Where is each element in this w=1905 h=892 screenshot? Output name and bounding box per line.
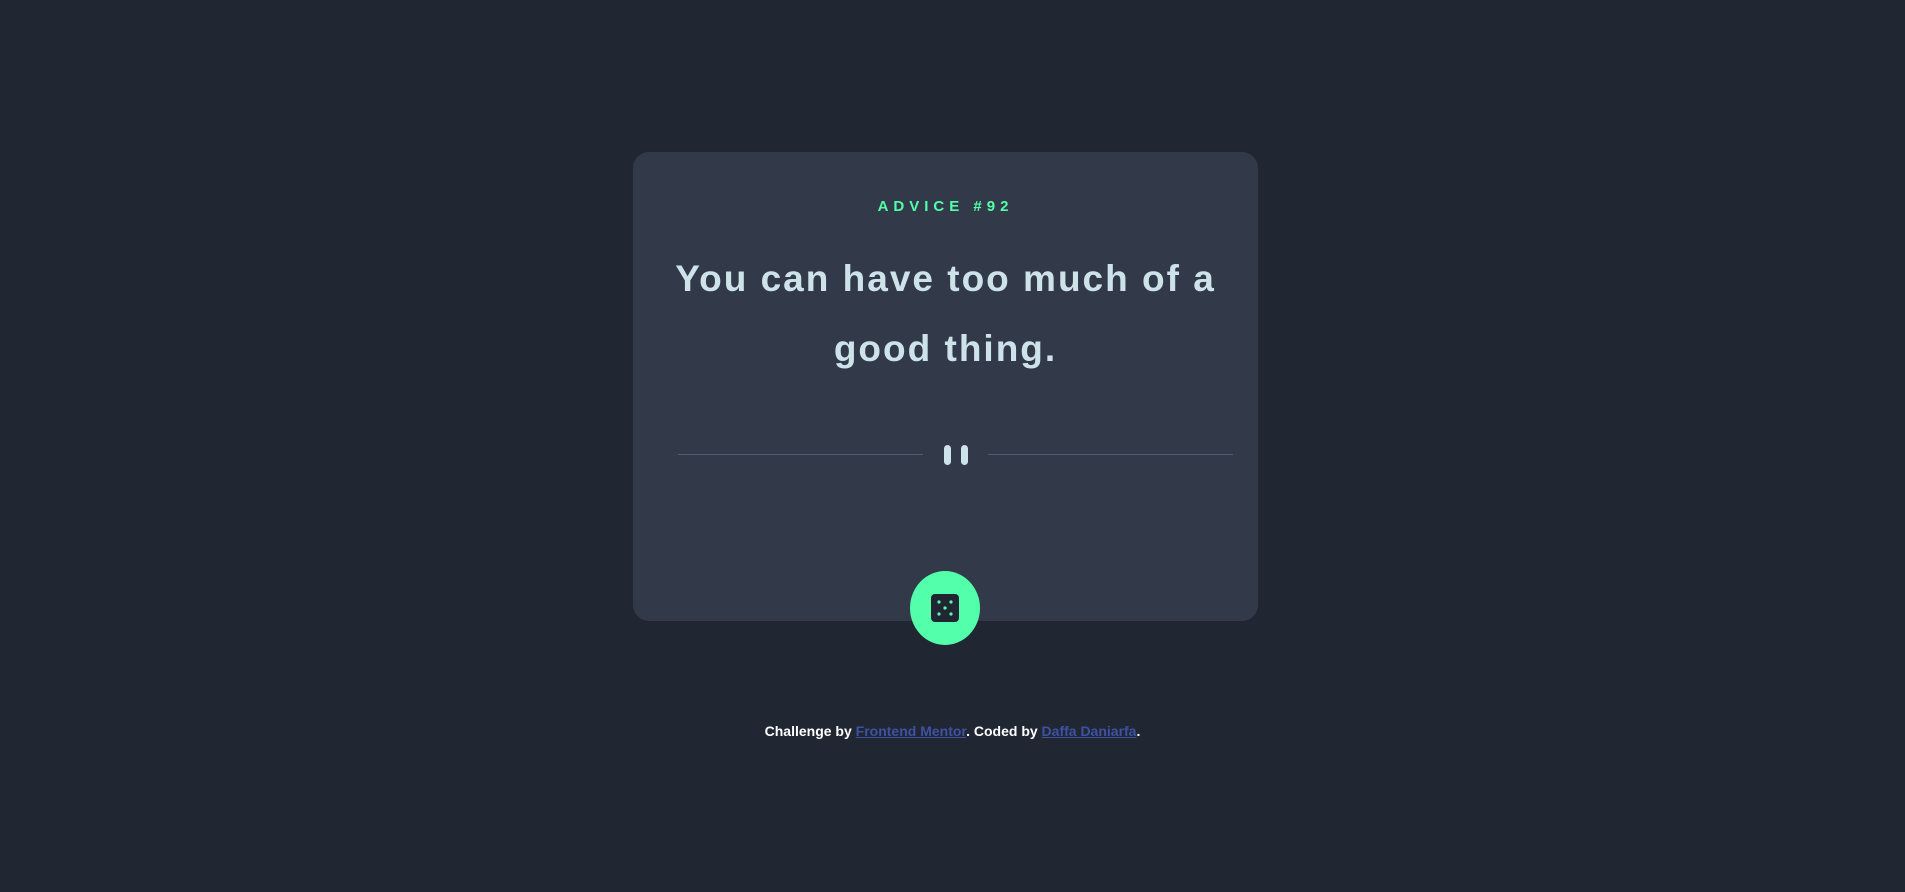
attribution-middle: . Coded by	[966, 723, 1042, 739]
frontend-mentor-link[interactable]: Frontend Mentor	[856, 723, 966, 739]
attribution-suffix: .	[1136, 723, 1141, 739]
dice-button[interactable]	[910, 571, 980, 645]
divider-line-right	[988, 454, 1233, 455]
advice-text: You can have too much of a good thing.	[675, 258, 1216, 369]
attribution: Challenge by Frontend Mentor. Coded by D…	[0, 721, 1905, 741]
pause-icon	[943, 445, 968, 465]
attribution-prefix: Challenge by	[764, 723, 856, 739]
divider	[678, 444, 1233, 466]
author-link[interactable]: Daffa Daniarfa	[1042, 723, 1137, 739]
divider-line-left	[678, 454, 923, 455]
dice-icon	[931, 594, 959, 622]
advice-number: ADVICE #92	[877, 198, 1014, 215]
advice-card: ADVICE #92 You can have too much of a go…	[633, 152, 1258, 621]
